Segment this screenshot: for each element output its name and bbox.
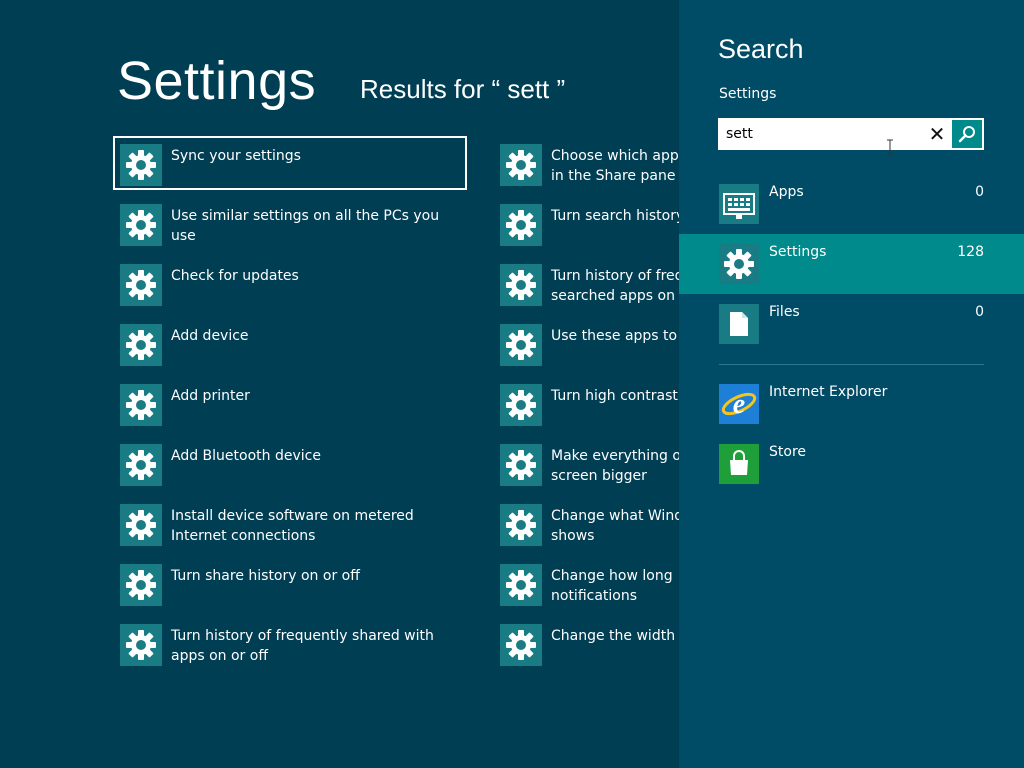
gear-icon — [500, 204, 542, 246]
gear-icon — [719, 244, 759, 284]
result-item[interactable]: Change the width of — [493, 616, 679, 670]
result-label: Use similar settings on all the PCs you … — [171, 208, 440, 244]
result-label: Turn search history on or off — [551, 208, 679, 224]
gear-icon — [500, 144, 542, 186]
result-label: Sync your settings — [171, 148, 301, 164]
gear-icon — [120, 384, 162, 426]
search-scope-label: Settings — [719, 86, 777, 102]
result-item[interactable]: Install device software on metered Inter… — [113, 496, 467, 550]
gear-icon — [500, 264, 542, 306]
search-icon — [958, 126, 975, 143]
internet-explorer-icon: e — [719, 384, 759, 424]
result-item[interactable]: Turn history of frequently shared with a… — [113, 616, 467, 670]
app-name: Internet Explorer — [769, 384, 888, 400]
result-label: Turn high contrast on or off — [551, 388, 679, 404]
search-charm-pane: Search Settings ✕ — [679, 0, 1024, 768]
results-column-2: Choose which apps appear in the Share pa… — [493, 136, 679, 676]
result-label: Change how long notifications — [551, 568, 673, 604]
result-item[interactable]: Turn search history on or off — [493, 196, 679, 250]
store-icon — [719, 444, 759, 484]
app-internet-explorer[interactable]: e Internet Explorer — [679, 374, 1024, 434]
result-label: Make everything on your screen bigger — [551, 448, 679, 484]
result-label: Change what Windows shows — [551, 508, 679, 544]
result-label: Turn history of frequently shared with a… — [171, 628, 434, 664]
result-label: Turn share history on or off — [171, 568, 360, 584]
gear-icon — [120, 144, 162, 186]
gear-icon — [500, 504, 542, 546]
results-column-1: Sync your settings Use similar settings … — [113, 136, 467, 676]
divider — [719, 364, 984, 365]
result-item[interactable]: Add printer — [113, 376, 467, 430]
result-label: Install device software on metered Inter… — [171, 508, 414, 544]
page-title: Settings — [117, 51, 317, 111]
gear-icon — [500, 624, 542, 666]
result-label: Add Bluetooth device — [171, 448, 321, 464]
text-cursor-icon — [887, 139, 893, 155]
result-item[interactable]: Use these apps to search — [493, 316, 679, 370]
search-title: Search — [718, 34, 804, 64]
result-item[interactable]: Check for updates — [113, 256, 467, 310]
results-subtitle: Results for “ sett ” — [360, 74, 566, 104]
app-store[interactable]: Store — [679, 434, 1024, 494]
file-icon — [719, 304, 759, 344]
result-item[interactable]: Turn share history on or off — [113, 556, 467, 610]
result-label: Check for updates — [171, 268, 299, 284]
result-label: Add printer — [171, 388, 250, 404]
result-item[interactable]: Use similar settings on all the PCs you … — [113, 196, 467, 250]
gear-icon — [120, 444, 162, 486]
result-item[interactable]: Turn high contrast on or off — [493, 376, 679, 430]
result-label: Change the width of — [551, 628, 679, 644]
category-count: 0 — [975, 184, 984, 200]
gear-icon — [120, 504, 162, 546]
gear-icon — [500, 324, 542, 366]
category-name: Settings — [769, 244, 827, 260]
apps-icon — [719, 184, 759, 224]
gear-icon — [500, 444, 542, 486]
category-name: Apps — [769, 184, 804, 200]
gear-icon — [120, 564, 162, 606]
category-name: Files — [769, 304, 800, 320]
result-item[interactable]: Turn history of frequently searched apps… — [493, 256, 679, 310]
result-item[interactable]: Make everything on your screen bigger — [493, 436, 679, 490]
svg-text:e: e — [733, 389, 745, 420]
category-apps[interactable]: Apps 0 — [679, 174, 1024, 234]
gear-icon — [500, 384, 542, 426]
result-label: Use these apps to search — [551, 328, 679, 344]
result-label: Add device — [171, 328, 249, 344]
result-label: Turn history of frequently searched apps… — [551, 268, 679, 304]
result-item[interactable]: Choose which apps appear in the Share pa… — [493, 136, 679, 190]
gear-icon — [120, 324, 162, 366]
category-count: 0 — [975, 304, 984, 320]
result-label: Choose which apps appear in the Share pa… — [551, 148, 679, 184]
gear-icon — [500, 564, 542, 606]
result-item[interactable]: Add Bluetooth device — [113, 436, 467, 490]
clear-search-button[interactable]: ✕ — [926, 122, 948, 146]
app-name: Store — [769, 444, 807, 460]
result-item[interactable]: Add device — [113, 316, 467, 370]
category-settings[interactable]: Settings 128 — [679, 234, 1024, 294]
category-files[interactable]: Files 0 — [679, 294, 1024, 354]
result-item[interactable]: Change what Windows shows — [493, 496, 679, 550]
close-icon: ✕ — [928, 122, 946, 146]
gear-icon — [120, 624, 162, 666]
results-panel: Settings Results for “ sett ” Sync your … — [0, 0, 679, 768]
result-item[interactable]: Sync your settings — [113, 136, 467, 190]
category-count: 128 — [957, 244, 984, 260]
search-box: ✕ — [718, 118, 984, 150]
search-button[interactable] — [952, 120, 982, 148]
gear-icon — [120, 204, 162, 246]
result-item[interactable]: Change how long notifications — [493, 556, 679, 610]
gear-icon — [120, 264, 162, 306]
